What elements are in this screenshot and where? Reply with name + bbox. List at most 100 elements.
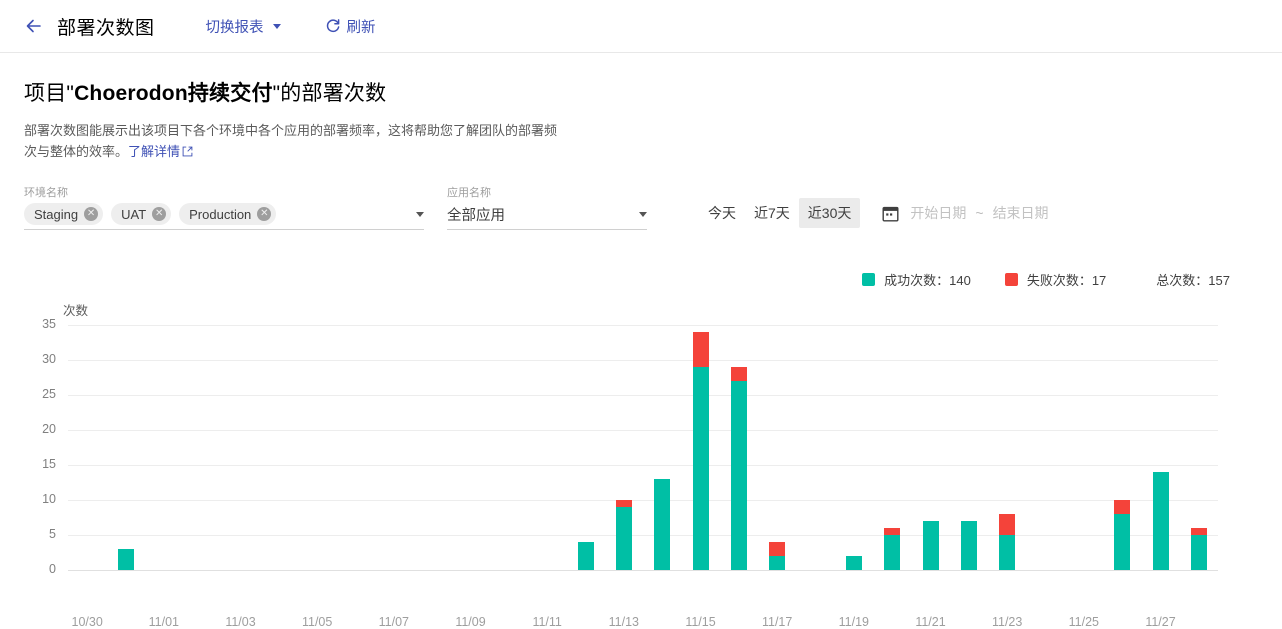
- legend-label-success: 成功次数：140: [884, 273, 971, 288]
- chart-bar[interactable]: [577, 542, 594, 570]
- y-axis-tick-label: 25: [42, 387, 56, 401]
- chevron-down-icon[interactable]: [416, 211, 424, 217]
- date-range-controls: 今天 近7天 近30天 开始日期 ~ 结束日期: [699, 198, 1049, 230]
- chart-gridline: [68, 325, 1218, 326]
- chart-bar-segment-failure: [884, 528, 901, 535]
- range-30days-button[interactable]: 近30天: [798, 198, 861, 228]
- legend-item-failure[interactable]: 失败次数：17: [1004, 270, 1107, 289]
- chart-bar[interactable]: [1190, 528, 1207, 570]
- chart-legend: 成功次数：140 失败次数：17 总次数：157: [828, 270, 1230, 289]
- report-title-prefix: 项目": [24, 82, 75, 105]
- environment-chip-list: Staging ✕ UAT ✕ Production ✕: [24, 203, 408, 225]
- y-axis-title: 次数: [63, 304, 89, 318]
- close-circle-icon[interactable]: ✕: [152, 207, 167, 221]
- calendar-icon: [882, 206, 899, 221]
- heading-section: 项目"Choerodon持续交付"的部署次数 部署次数图能展示出该项目下各个环境…: [0, 53, 1282, 162]
- y-axis-tick-label: 20: [42, 422, 56, 436]
- switch-report-label: 切换报表: [205, 19, 264, 36]
- end-date-input[interactable]: 结束日期: [993, 203, 1049, 223]
- chart-bar-segment-success: [884, 535, 901, 570]
- legend-swatch-success: [862, 273, 876, 286]
- chart-bar[interactable]: [117, 549, 134, 570]
- chart-bar-segment-success: [577, 542, 594, 570]
- chart-bar-segment-success: [1114, 514, 1131, 570]
- y-axis-tick-label: 5: [49, 527, 56, 541]
- chart-bar-segment-failure: [615, 500, 632, 507]
- application-select[interactable]: 全部应用: [447, 203, 647, 230]
- environment-chip[interactable]: Staging ✕: [24, 203, 104, 225]
- refresh-label: 刷新: [346, 19, 376, 36]
- y-axis-tick-label: 35: [42, 317, 56, 331]
- chevron-down-icon[interactable]: [639, 211, 647, 217]
- chart-gridline: [68, 535, 1218, 536]
- chart-bar[interactable]: [922, 521, 939, 570]
- date-range-separator: ~: [975, 205, 984, 221]
- learn-more-label: 了解详情: [128, 144, 181, 159]
- environment-select[interactable]: Staging ✕ UAT ✕ Production ✕: [24, 203, 424, 230]
- chart-bar-segment-success: [654, 479, 671, 570]
- chart-bar[interactable]: [845, 556, 862, 570]
- chart-bar[interactable]: [999, 514, 1016, 570]
- date-range-picker[interactable]: 开始日期 ~ 结束日期: [882, 203, 1049, 223]
- report-title-emphasis: Choerodon持续交付: [74, 82, 273, 105]
- chart-bar-segment-failure: [692, 332, 709, 367]
- chart-bar-segment-failure: [999, 514, 1016, 535]
- range-today-button[interactable]: 今天: [699, 198, 745, 228]
- chart-bar-segment-failure: [730, 367, 747, 381]
- refresh-button[interactable]: 刷新: [325, 16, 376, 37]
- y-axis-tick-label: 10: [42, 492, 56, 506]
- toolbar-actions: 切换报表 刷新: [206, 16, 376, 37]
- chart-bar[interactable]: [730, 367, 747, 570]
- chart-bar[interactable]: [615, 500, 632, 570]
- start-date-input[interactable]: 开始日期: [910, 203, 966, 223]
- filter-bar: 环境名称 Staging ✕ UAT ✕ Production ✕ 应用名称 全…: [0, 162, 1282, 230]
- close-circle-icon[interactable]: ✕: [84, 207, 99, 221]
- chart-bar-segment-success: [730, 381, 747, 570]
- report-description: 部署次数图能展示出该项目下各个环境中各个应用的部署频率，这将帮助您了解团队的部署…: [24, 120, 569, 162]
- page-title: 部署次数图: [57, 17, 155, 39]
- application-filter: 应用名称 全部应用: [447, 184, 647, 230]
- chart-bar[interactable]: [884, 528, 901, 570]
- chart-bar[interactable]: [654, 479, 671, 570]
- environment-chip[interactable]: Production ✕: [179, 203, 277, 225]
- chart-gridline: [68, 500, 1218, 501]
- chart-gridline: [68, 395, 1218, 396]
- environment-chip-label: Staging: [34, 206, 79, 222]
- chart-bar-segment-success: [845, 556, 862, 570]
- external-link-icon: [182, 146, 193, 157]
- chart-gridline: [68, 430, 1218, 431]
- range-7days-button[interactable]: 近7天: [745, 198, 799, 228]
- chart-bar-segment-success: [769, 556, 786, 570]
- chart-bar[interactable]: [1152, 472, 1169, 570]
- chart-bar-segment-failure: [1190, 528, 1207, 535]
- chart-bar[interactable]: [692, 332, 709, 570]
- close-circle-icon[interactable]: ✕: [257, 207, 272, 221]
- chart-gridline: [68, 570, 1218, 571]
- y-axis-tick-label: 30: [42, 352, 56, 366]
- legend-item-success[interactable]: 成功次数：140: [862, 270, 971, 289]
- learn-more-link[interactable]: 了解详情: [128, 144, 193, 159]
- legend-label-failure: 失败次数：17: [1026, 273, 1107, 288]
- environment-chip[interactable]: UAT ✕: [111, 203, 172, 225]
- application-select-value: 全部应用: [447, 207, 505, 224]
- chart-bar[interactable]: [769, 542, 786, 570]
- chart-bar-segment-success: [615, 507, 632, 570]
- chart-bar[interactable]: [1114, 500, 1131, 570]
- environment-filter: 环境名称 Staging ✕ UAT ✕ Production ✕: [24, 184, 424, 230]
- chevron-down-icon: [272, 23, 281, 29]
- deployment-count-chart: 次数 0 5 10 15 20 25 30 35 10/30 11/01 11/03 11/05 11/…: [0, 290, 1282, 629]
- environment-chip-label: UAT: [121, 206, 147, 222]
- environment-chip-label: Production: [189, 206, 252, 222]
- chart-bar-segment-success: [999, 535, 1016, 570]
- legend-total: 总次数：157: [1156, 273, 1230, 288]
- chart-plot-area: 0 5 10 15 20 25 30 35 10/30 11/01 11/03 11/05 11/07 1…: [42, 317, 1218, 629]
- chart-bar[interactable]: [960, 521, 977, 570]
- chart-bar-segment-success: [1152, 472, 1169, 570]
- report-title: 项目"Choerodon持续交付"的部署次数: [24, 77, 1258, 107]
- chart-bar-segment-success: [117, 549, 134, 570]
- back-button[interactable]: [20, 12, 48, 40]
- chart-bar-segment-failure: [769, 542, 786, 556]
- switch-report-button[interactable]: 切换报表: [206, 16, 281, 37]
- chart-bar-segment-success: [692, 367, 709, 570]
- y-axis-tick-label: 15: [42, 457, 56, 471]
